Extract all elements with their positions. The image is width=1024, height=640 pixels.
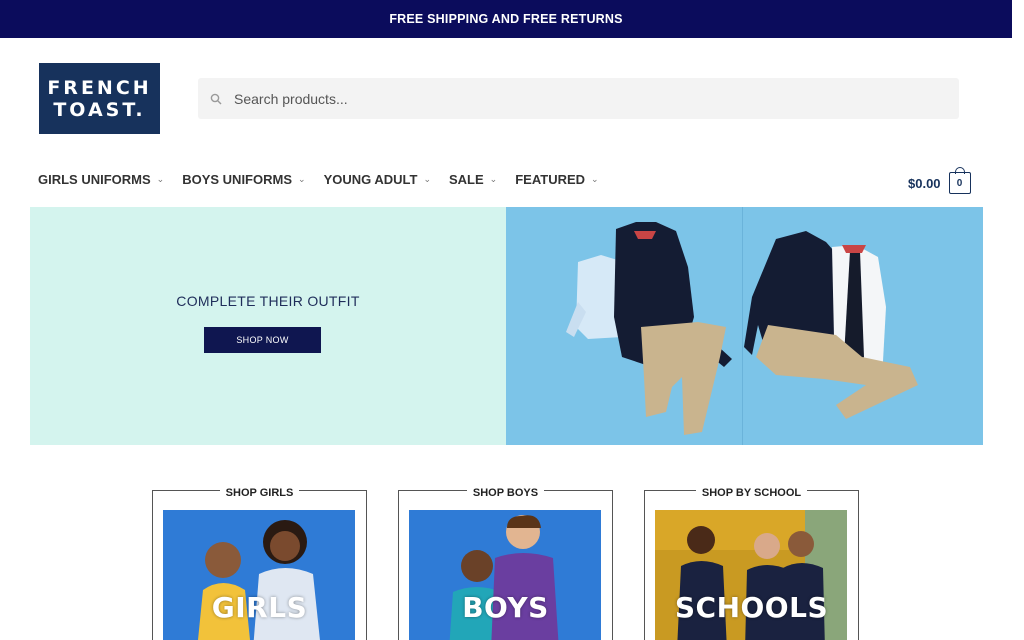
main-nav: GIRLS UNIFORMS ⌄ BOYS UNIFORMS ⌄ YOUNG A…: [38, 172, 617, 187]
card-title: SHOP BY SCHOOL: [645, 483, 858, 501]
chevron-down-icon: ⌄: [489, 174, 498, 184]
card-photo-label: SCHOOLS: [674, 591, 829, 624]
card-title-text: SHOP BOYS: [466, 487, 545, 499]
shop-boys-card[interactable]: SHOP BOYS BOYS: [398, 487, 613, 640]
nav-item-sale[interactable]: SALE ⌄: [449, 172, 497, 187]
shop-by-school-card[interactable]: SHOP BY SCHOOL SCHOOLS: [644, 487, 859, 640]
hero-image-divider: [742, 207, 743, 445]
logo-line-1: FRENCH: [47, 76, 152, 99]
nav-item-young-adult[interactable]: YOUNG ADULT ⌄: [324, 172, 431, 187]
french-toast-logo[interactable]: FRENCH TOAST.: [39, 63, 160, 134]
shop-now-button[interactable]: SHOP NOW: [204, 327, 321, 353]
card-title: SHOP BOYS: [399, 483, 612, 501]
search-bar[interactable]: [198, 78, 959, 119]
chevron-down-icon: ⌄: [591, 174, 599, 184]
nav-label: BOYS UNIFORMS: [182, 172, 293, 187]
card-title: SHOP GIRLS: [153, 483, 366, 501]
search-icon: [198, 93, 234, 105]
card-photo-label: GIRLS: [211, 591, 308, 624]
announcement-bar: FREE SHIPPING AND FREE RETURNS: [0, 0, 1012, 38]
nav-label: GIRLS UNIFORMS: [38, 172, 151, 187]
shop-girls-card[interactable]: SHOP GIRLS GIRLS: [152, 487, 367, 640]
logo-line-2: TOAST.: [53, 98, 146, 121]
nav-label: SALE: [449, 172, 484, 187]
cart-amount: $0.00: [908, 175, 941, 191]
hero-banner[interactable]: COMPLETE THEIR OUTFIT SHOP NOW: [30, 207, 983, 445]
nav-item-boys-uniforms[interactable]: BOYS UNIFORMS ⌄: [182, 172, 305, 187]
card-title-text: SHOP BY SCHOOL: [695, 487, 808, 499]
card-photo-label: BOYS: [462, 591, 549, 624]
cart-count: 0: [956, 177, 963, 189]
hero-text-panel: COMPLETE THEIR OUTFIT SHOP NOW: [30, 207, 506, 445]
hero-outfit-image: [506, 207, 983, 445]
hero-headline: COMPLETE THEIR OUTFIT: [176, 293, 360, 309]
chevron-down-icon: ⌄: [298, 174, 306, 184]
nav-item-featured[interactable]: FEATURED ⌄: [515, 172, 598, 187]
category-cards: SHOP GIRLS GIRLS SHOP BOYS BOYS SHOP BY …: [152, 487, 890, 640]
chevron-down-icon: ⌄: [156, 174, 165, 184]
shopping-bag-icon: 0: [948, 167, 971, 194]
nav-label: YOUNG ADULT: [323, 172, 418, 187]
search-input[interactable]: [234, 90, 934, 107]
nav-label: FEATURED: [515, 172, 586, 187]
chevron-down-icon: ⌄: [423, 174, 431, 184]
card-title-text: SHOP GIRLS: [219, 487, 300, 499]
nav-item-girls-uniforms[interactable]: GIRLS UNIFORMS ⌄: [38, 172, 164, 187]
announcement-text: FREE SHIPPING AND FREE RETURNS: [389, 12, 623, 26]
outfit-illustration: [566, 222, 918, 435]
cart-button[interactable]: $0.00 0: [908, 167, 971, 194]
